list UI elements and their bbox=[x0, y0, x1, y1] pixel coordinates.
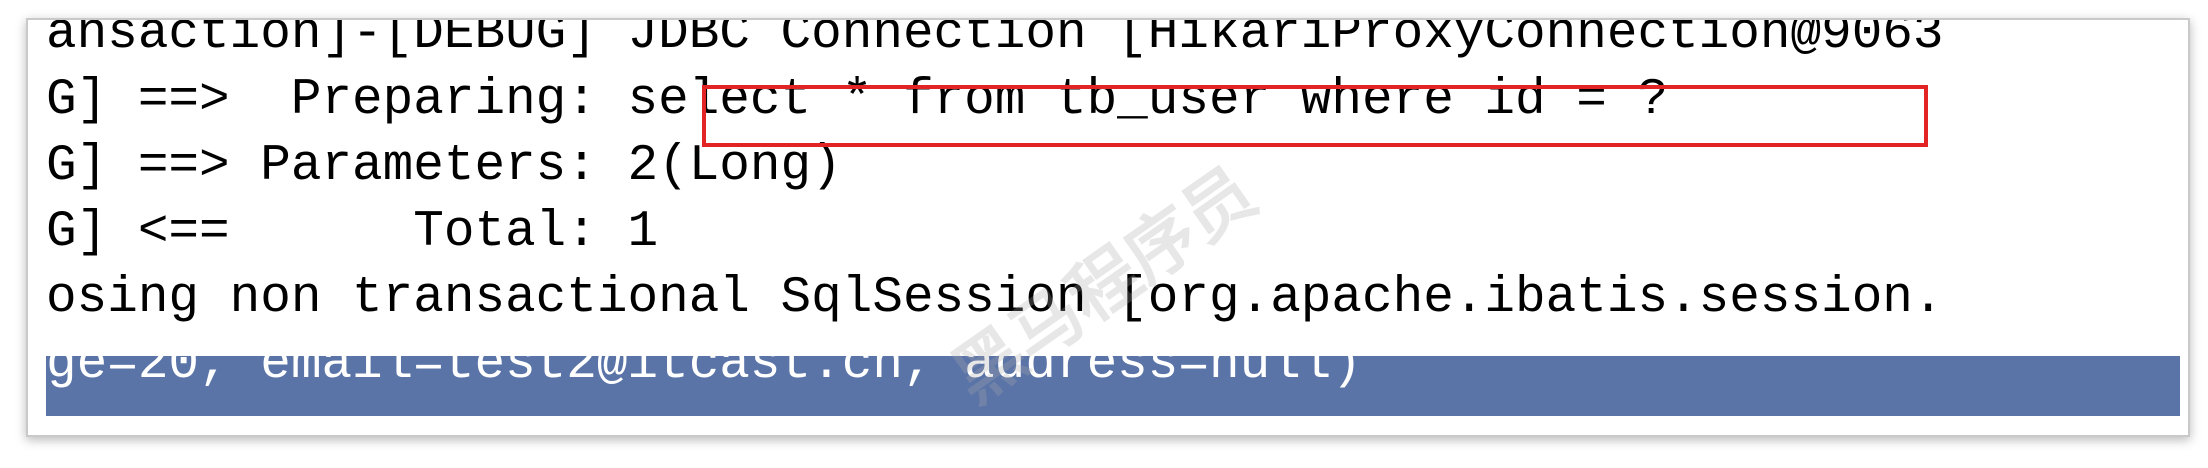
log-line-closing-session: osing non transactional SqlSession [org.… bbox=[46, 270, 1944, 327]
sql-highlight-box bbox=[702, 85, 1928, 147]
log-line-total: G] <== Total: 1 bbox=[46, 204, 659, 261]
log-line-jdbc-connection: ansaction]-[DEBUG] JDBC Connection [Hika… bbox=[46, 20, 1944, 63]
console-screenshot-frame: ansaction]-[DEBUG] JDBC Connection [Hika… bbox=[26, 18, 2190, 437]
log-line-selected-result[interactable]: ge=20, email=test2@itcast.cn, address=nu… bbox=[46, 332, 2180, 398]
console-output[interactable]: ansaction]-[DEBUG] JDBC Connection [Hika… bbox=[46, 20, 2180, 418]
